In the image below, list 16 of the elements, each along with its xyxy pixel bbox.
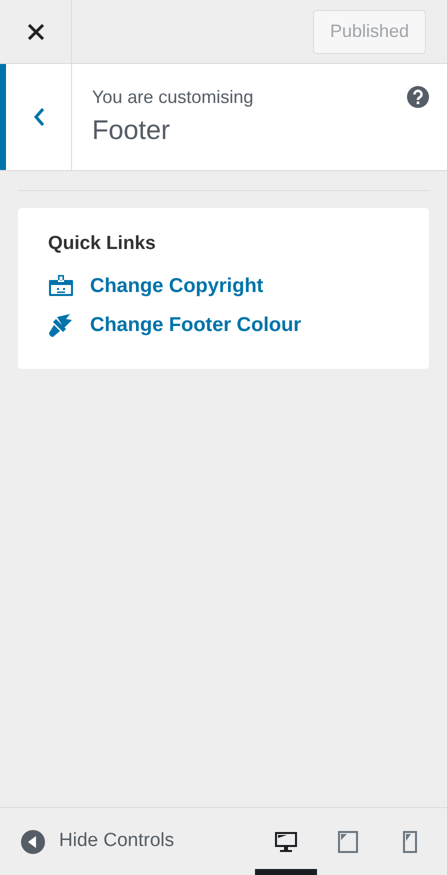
tablet-icon bbox=[337, 830, 359, 854]
hide-controls-button[interactable]: Hide Controls bbox=[0, 827, 174, 856]
mobile-phone-icon bbox=[402, 830, 418, 854]
back-button[interactable] bbox=[0, 64, 72, 170]
id-badge-icon bbox=[48, 275, 74, 297]
paintbrush-icon bbox=[48, 313, 74, 337]
customising-label: You are customising bbox=[92, 86, 254, 108]
close-icon bbox=[26, 22, 44, 40]
desktop-icon bbox=[274, 830, 298, 854]
help-icon[interactable] bbox=[407, 86, 429, 108]
left-arrow-circle-icon bbox=[21, 830, 45, 854]
back-chevron-icon bbox=[32, 106, 46, 128]
quick-link[interactable]: Change Copyright bbox=[48, 266, 429, 306]
section-title: Footer bbox=[92, 114, 170, 148]
quick-links-title: Quick Links bbox=[48, 232, 157, 256]
quick-link[interactable]: Change Footer Colour bbox=[48, 306, 429, 344]
